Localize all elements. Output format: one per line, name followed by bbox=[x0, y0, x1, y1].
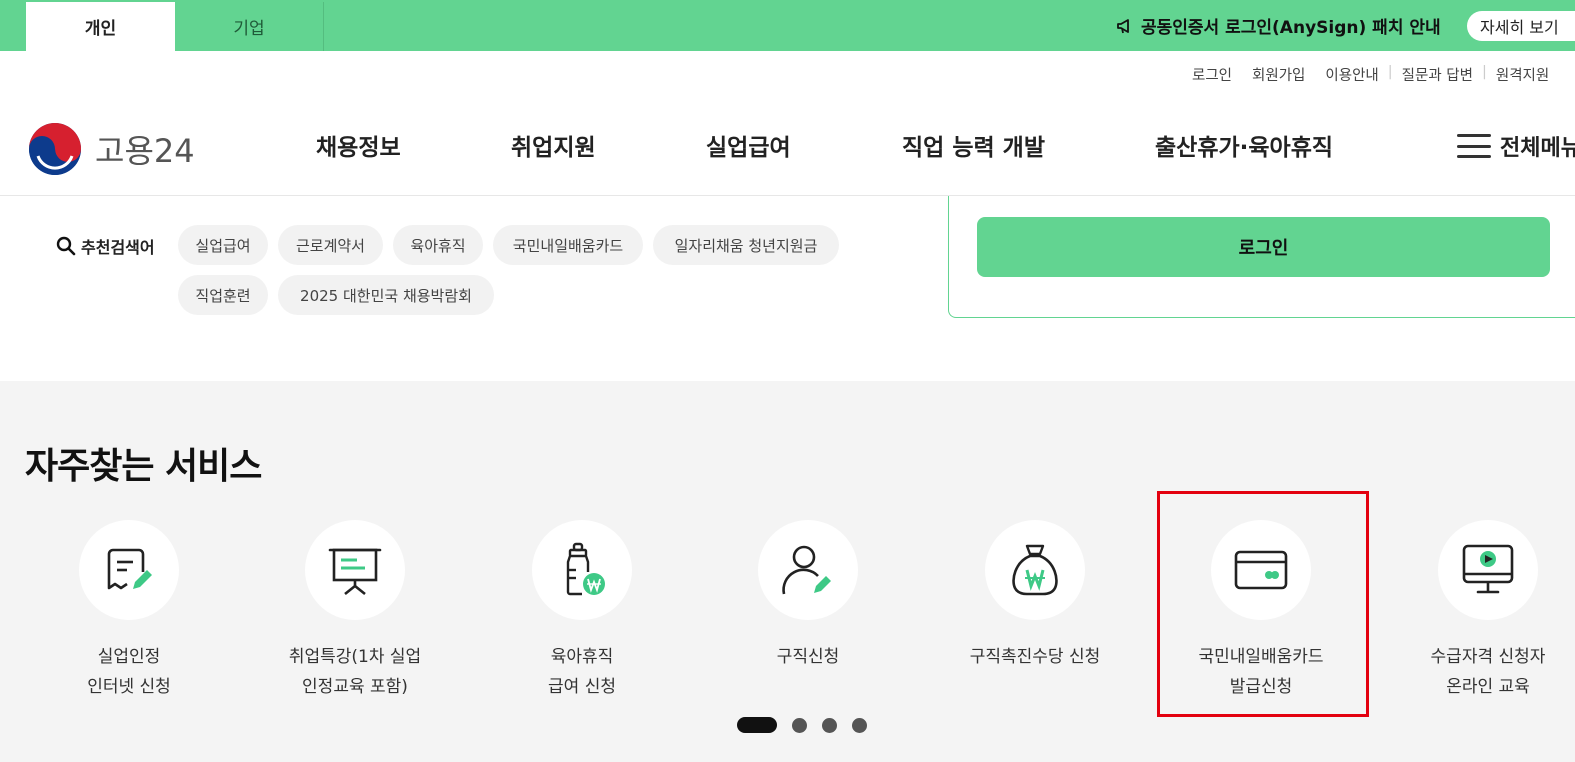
keywords-title-text: 추천검색어 bbox=[81, 238, 155, 257]
top-bar: 개인 기업 공동인증서 로그인(AnySign) 패치 안내 자세히 보기 bbox=[0, 0, 1575, 51]
more-button[interactable]: 자세히 보기 bbox=[1467, 11, 1575, 41]
carousel-dot-4[interactable] bbox=[852, 717, 867, 733]
carousel-pagination bbox=[737, 717, 882, 733]
search-icon bbox=[56, 236, 76, 256]
presentation-board-icon bbox=[328, 548, 382, 596]
service-icon-circle bbox=[985, 520, 1085, 620]
tab-personal[interactable]: 개인 bbox=[26, 2, 175, 51]
util-remote-support[interactable]: 원격지원 bbox=[1496, 64, 1549, 85]
service-online-education[interactable]: 수급자격 신청자 온라인 교육 bbox=[1388, 520, 1575, 702]
service-parental-leave-benefit[interactable]: 육아휴직 급여 신청 bbox=[482, 520, 682, 702]
util-guide[interactable]: 이용안내 bbox=[1325, 64, 1378, 85]
services-title: 자주찾는 서비스 bbox=[25, 446, 262, 487]
nav-unemployment-benefit[interactable]: 실업급여 bbox=[706, 128, 791, 162]
carousel-dot-3[interactable] bbox=[822, 717, 837, 733]
service-icon-circle bbox=[1438, 520, 1538, 620]
document-pen-icon bbox=[107, 548, 152, 590]
nav-jobs[interactable]: 채용정보 bbox=[316, 128, 401, 162]
nav-parental-leave[interactable]: 출산휴가·육아휴직 bbox=[1155, 128, 1333, 162]
logo-text: 고용24 bbox=[95, 132, 195, 170]
baby-bottle-won-icon bbox=[566, 542, 605, 596]
service-icon-circle bbox=[758, 520, 858, 620]
all-menu-label: 전체메뉴 bbox=[1500, 136, 1575, 161]
nav-employment-support[interactable]: 취업지원 bbox=[511, 128, 596, 162]
highlight-box bbox=[1157, 491, 1369, 717]
taegeuk-logo-icon bbox=[29, 123, 81, 175]
tab-company[interactable]: 기업 bbox=[175, 2, 324, 51]
service-label: 구직신청 bbox=[776, 647, 840, 667]
login-button[interactable]: 로그인 bbox=[977, 217, 1550, 277]
service-icon-circle bbox=[532, 520, 632, 620]
service-employment-lecture[interactable]: 취업특강(1차 실업 인정교육 포함) bbox=[255, 520, 455, 702]
service-unemployment-recognition[interactable]: 실업인정 인터넷 신청 bbox=[29, 520, 229, 702]
service-label: 육아휴직 급여 신청 bbox=[548, 647, 616, 697]
service-label: 구직촉진수당 신청 bbox=[969, 647, 1101, 667]
keyword-chip[interactable]: 직업훈련 bbox=[178, 275, 268, 315]
monitor-play-icon bbox=[1462, 544, 1514, 594]
service-icon-circle bbox=[305, 520, 405, 620]
service-label: 취업특강(1차 실업 인정교육 포함) bbox=[288, 647, 422, 697]
divider: | bbox=[1481, 64, 1487, 80]
all-menu-button[interactable]: 전체메뉴 bbox=[1457, 130, 1575, 162]
keyword-chip[interactable]: 실업급여 bbox=[178, 225, 268, 265]
logo[interactable]: 고용24 bbox=[28, 122, 195, 176]
hamburger-icon bbox=[1457, 134, 1491, 158]
notice-text: 공동인증서 로그인(AnySign) 패치 안내 bbox=[1141, 18, 1441, 38]
keyword-chip[interactable]: 일자리채움 청년지원금 bbox=[653, 225, 839, 265]
money-bag-won-icon bbox=[1012, 544, 1058, 596]
keyword-chip[interactable]: 육아휴직 bbox=[393, 225, 483, 265]
util-qna[interactable]: 질문과 답변 bbox=[1402, 64, 1473, 85]
service-label: 수급자격 신청자 온라인 교육 bbox=[1430, 647, 1546, 697]
person-pen-icon bbox=[782, 545, 831, 595]
divider: | bbox=[1387, 64, 1393, 80]
carousel-dot-1[interactable] bbox=[737, 717, 777, 733]
keyword-chip[interactable]: 근로계약서 bbox=[278, 225, 383, 265]
keyword-chip[interactable]: 2025 대한민국 채용박람회 bbox=[278, 275, 494, 315]
service-job-seeking[interactable]: 구직신청 bbox=[708, 520, 908, 672]
keyword-chip[interactable]: 국민내일배움카드 bbox=[493, 225, 643, 265]
util-signup[interactable]: 회원가입 bbox=[1252, 64, 1305, 85]
carousel-dot-2[interactable] bbox=[792, 717, 807, 733]
notice-link[interactable]: 공동인증서 로그인(AnySign) 패치 안내 bbox=[1115, 0, 1441, 51]
util-login[interactable]: 로그인 bbox=[1192, 64, 1232, 85]
service-label: 실업인정 인터넷 신청 bbox=[87, 647, 171, 697]
service-job-promotion-allowance[interactable]: 구직촉진수당 신청 bbox=[935, 520, 1135, 672]
keywords-title: 추천검색어 bbox=[56, 234, 155, 258]
nav-vocational-training[interactable]: 직업 능력 개발 bbox=[902, 128, 1045, 162]
megaphone-icon bbox=[1117, 18, 1129, 33]
service-icon-circle bbox=[79, 520, 179, 620]
utility-links: 로그인 회원가입 이용안내 | 질문과 답변 | 원격지원 bbox=[1192, 64, 1569, 85]
